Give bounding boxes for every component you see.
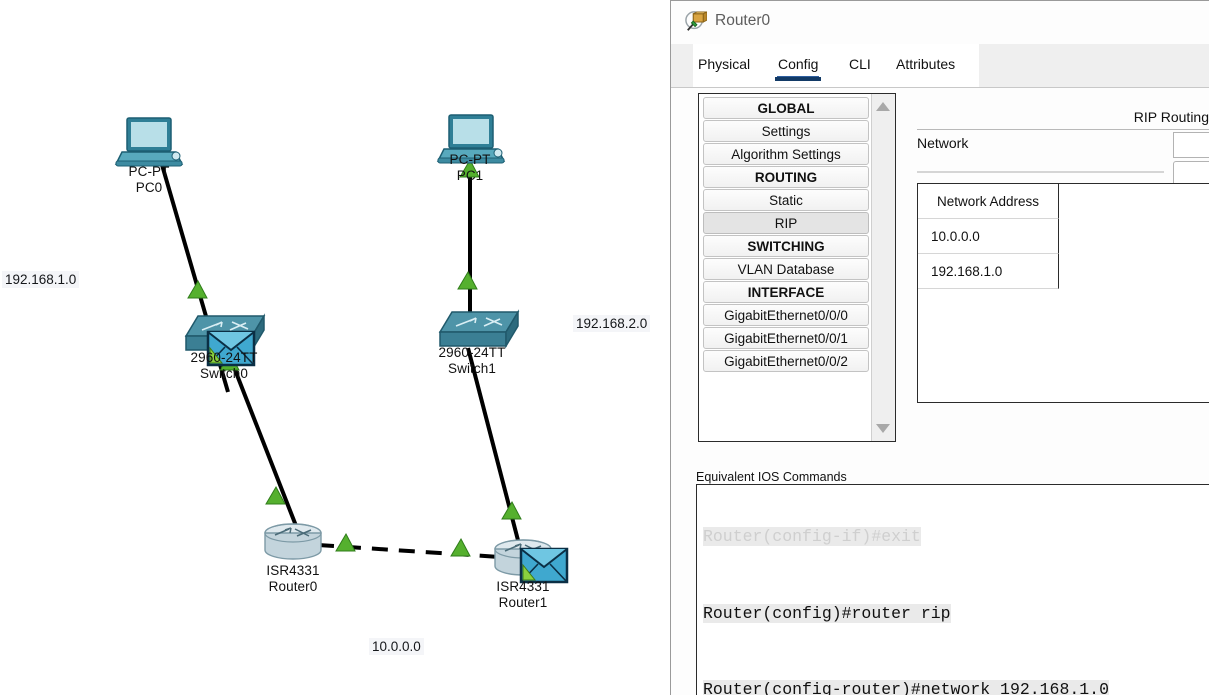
device-name-router1: Router1 [498,595,548,610]
rip-heading-rule [917,129,1209,130]
device-label-switch0: 2960-24TT Switch0 [174,350,274,382]
sidebar-item-gig0-0-2[interactable]: GigabitEthernet0/0/2 [703,350,869,372]
sidebar-item-gig0-0-1[interactable]: GigabitEthernet0/0/1 [703,327,869,349]
dialog-title: Router0 [715,12,771,29]
device-type-router1: ISR4331 [496,579,550,594]
sidebar-item-static[interactable]: Static [703,189,869,211]
device-label-router1: ISR4331 Router1 [478,579,568,611]
table-row[interactable]: 10.0.0.0 [918,219,1059,254]
tab-physical[interactable]: Physical [698,56,750,72]
network-label-192-168-2-0: 192.168.2.0 [573,315,651,332]
router-device-icon [685,11,707,31]
ios-commands-console[interactable]: Router(config-if)#exit Router(config)#ro… [696,484,1209,695]
triangle-down-icon[interactable] [876,424,890,433]
console-line-text: Router(config-if)#exit [703,527,921,546]
device-type-pc0: PC-PT [128,164,170,179]
console-line-text: Router(config)#router rip [703,603,951,623]
rip-network-table[interactable]: Network Address 10.0.0.0 192.168.1.0 [917,183,1209,403]
ios-commands-output: Router(config-if)#exit Router(config)#ro… [703,485,1209,695]
network-label-10-0-0-0: 10.0.0.0 [369,638,424,655]
sidebar-item-global[interactable]: GLOBAL [703,97,869,119]
config-sidebar-list[interactable]: GLOBAL Settings Algorithm Settings ROUTI… [699,94,871,441]
network-label-192-168-1-0: 192.168.1.0 [2,271,80,288]
device-type-switch1: 2960-24TT [438,345,506,360]
tab-config-label: Config [778,56,819,72]
sidebar-item-switching[interactable]: SWITCHING [703,235,869,257]
rip-network-table-body[interactable]: Network Address 10.0.0.0 192.168.1.0 [918,184,1059,289]
console-line: Router(config-if)#exit [703,524,1209,550]
network-field-label: Network [917,135,969,151]
device-label-router0: ISR4331 Router0 [248,563,338,595]
network-input[interactable] [1173,132,1209,158]
link-arrow-icon [335,532,356,552]
tab-config[interactable]: Config [775,56,822,81]
router0-config-dialog: Router0 Physical Config CLI Attributes G… [670,0,1209,695]
router-icon [264,523,322,560]
tab-attributes[interactable]: Attributes [896,56,955,72]
device-name-switch1: Switch1 [448,361,496,376]
link-arrow-icon [501,500,522,520]
packet-envelope-icon [519,547,569,584]
device-type-switch0: 2960-24TT [190,350,258,365]
sidebar-item-algorithm-settings[interactable]: Algorithm Settings [703,143,869,165]
device-name-pc1: PC1 [456,168,484,183]
console-line: Router(config)#router rip [703,601,1209,627]
device-name-pc0: PC0 [135,180,163,195]
link-arrow-icon [457,270,478,290]
config-sidebar-scrollbar[interactable] [871,94,895,441]
config-sidebar[interactable]: GLOBAL Settings Algorithm Settings ROUTI… [698,93,896,442]
tab-cli[interactable]: CLI [849,56,871,72]
sidebar-item-vlan-database[interactable]: VLAN Database [703,258,869,280]
rip-routing-heading: RIP Routing [1133,109,1209,125]
link-arrow-icon [450,537,471,557]
console-line-text: Router(config-router)#network 192.168.1.… [703,680,1109,695]
tab-config-indicator [775,77,822,81]
device-name-router0: Router0 [268,579,318,594]
table-header-network-address: Network Address [918,184,1059,219]
dialog-tabstrip[interactable]: Physical Config CLI Attributes [671,44,1209,88]
network-topology-canvas[interactable]: PC-PT PC0 PC-PT PC1 2960-24TT Switch0 29… [0,0,670,695]
pc-icon [114,117,184,167]
switch-icon [438,309,520,349]
sidebar-item-rip[interactable]: RIP [703,212,869,234]
sidebar-item-settings[interactable]: Settings [703,120,869,142]
device-label-switch1: 2960-24TT Switch1 [422,345,522,377]
ios-commands-label: Equivalent IOS Commands [696,470,847,484]
device-label-pc0: PC-PT PC0 [104,164,194,196]
link-arrow-icon [187,279,208,299]
sidebar-item-gig0-0-0[interactable]: GigabitEthernet0/0/0 [703,304,869,326]
device-name-switch0: Switch0 [200,366,248,381]
sidebar-item-routing[interactable]: ROUTING [703,166,869,188]
triangle-up-icon[interactable] [876,102,890,111]
dialog-titlebar[interactable]: Router0 [671,1,1209,45]
console-line: Router(config-router)#network 192.168.1.… [703,677,1209,695]
device-type-router0: ISR4331 [266,563,320,578]
device-label-pc1: PC-PT PC1 [425,152,515,184]
device-type-pc1: PC-PT [449,152,491,167]
sidebar-item-interface[interactable]: INTERFACE [703,281,869,303]
table-row[interactable]: 192.168.1.0 [918,254,1059,289]
network-field-underline [917,171,1164,173]
